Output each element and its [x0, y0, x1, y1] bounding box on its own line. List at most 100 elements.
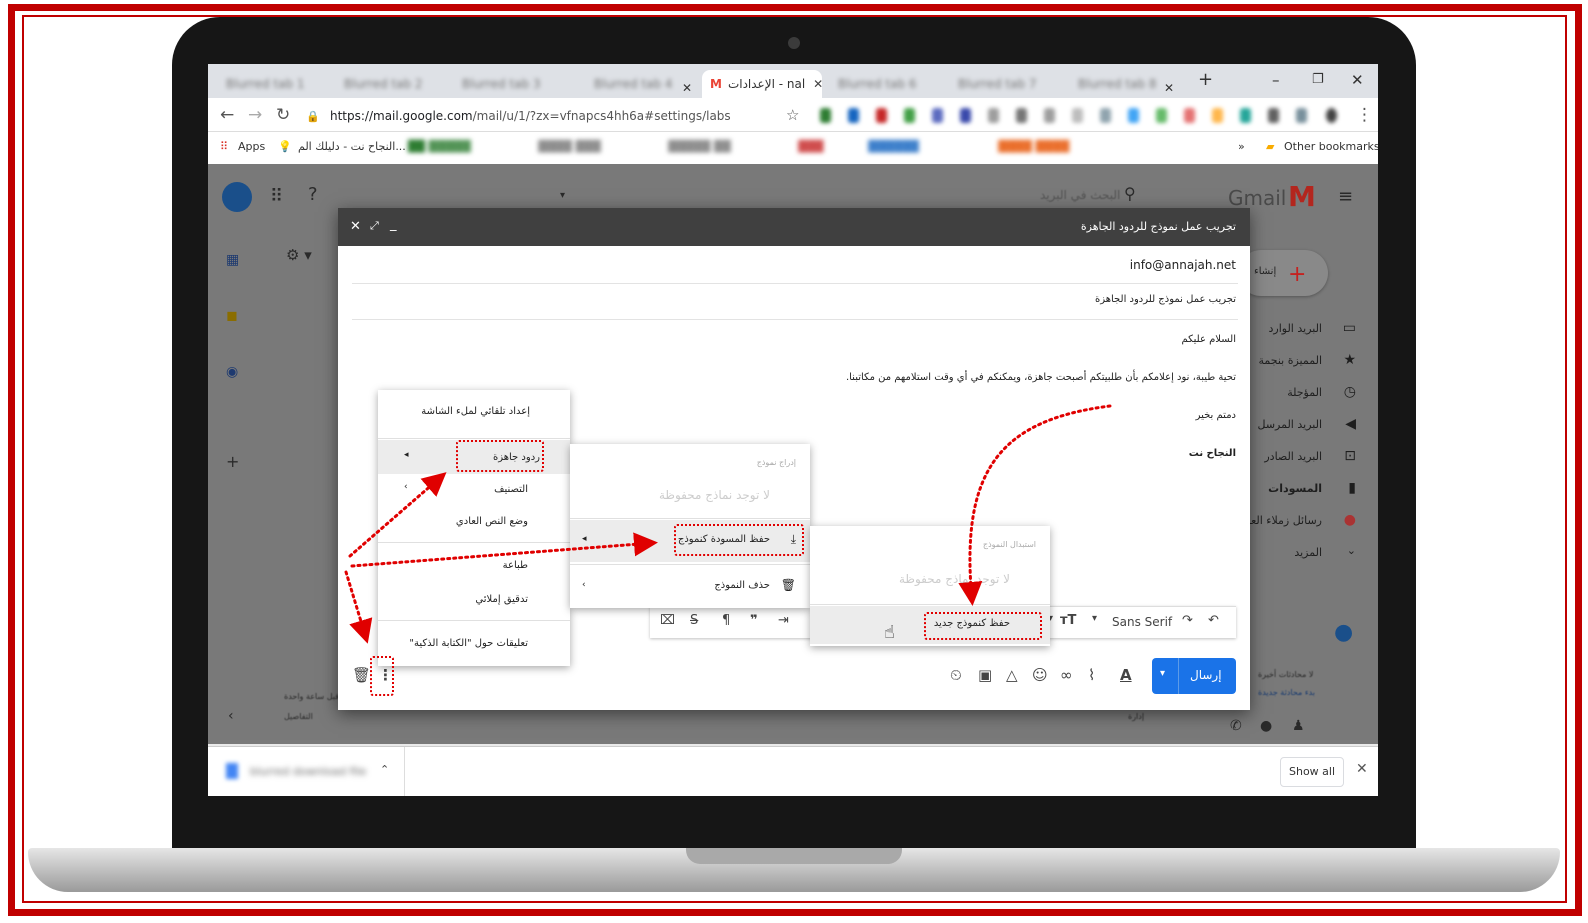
- window-close-icon[interactable]: ✕: [1351, 68, 1364, 92]
- font-select[interactable]: Sans Serif: [1112, 615, 1172, 629]
- extension-icon[interactable]: [904, 108, 915, 123]
- extension-icon[interactable]: [1016, 108, 1027, 123]
- extension-icon[interactable]: [876, 108, 887, 123]
- indent-icon[interactable]: ⇥: [778, 613, 789, 628]
- bookmark[interactable]: ▓▓▓▓ ▓▓▓▓: [998, 140, 1118, 153]
- quote-icon[interactable]: ❞: [750, 613, 758, 628]
- nav-drafts[interactable]: المسودات: [1268, 482, 1322, 495]
- tab[interactable]: Blurred tab 3: [454, 70, 564, 98]
- attach-icon[interactable]: ⌇: [1088, 666, 1095, 684]
- bookmark[interactable]: ▓▓▓: [798, 140, 858, 153]
- nav-sent[interactable]: البريد المرسل: [1257, 418, 1322, 431]
- tab[interactable]: Blurred tab 1: [218, 70, 328, 98]
- insert-link-icon[interactable]: ∞: [1060, 666, 1073, 684]
- bookmark-other[interactable]: Other bookmarks: [1284, 140, 1378, 153]
- forward-icon[interactable]: →: [248, 105, 262, 125]
- minimize-icon[interactable]: _: [390, 217, 397, 232]
- body-line[interactable]: النجاح نت: [1189, 448, 1236, 459]
- hangouts-avatar-icon[interactable]: ●: [1334, 620, 1353, 645]
- account-avatar[interactable]: [222, 182, 252, 212]
- extension-icon[interactable]: [820, 108, 831, 123]
- delete-draft-icon[interactable]: 🗑: [352, 666, 371, 684]
- menu-item-plain-text[interactable]: وضع النص العادي: [456, 516, 528, 527]
- keep-icon[interactable]: ◼: [226, 308, 238, 324]
- person-icon[interactable]: ♟: [1292, 718, 1305, 734]
- drive-icon[interactable]: △: [1006, 666, 1018, 684]
- reload-icon[interactable]: ↻: [276, 105, 290, 125]
- collapse-panel-icon[interactable]: ‹: [228, 708, 234, 724]
- formatting-options-icon[interactable]: A: [1120, 666, 1132, 684]
- insert-photo-icon[interactable]: ▣: [978, 666, 992, 684]
- font-size-icon[interactable]: ᴛT: [1060, 613, 1076, 628]
- rtl-text-icon[interactable]: ¶: [722, 613, 730, 628]
- manage-link[interactable]: إدارة: [1128, 712, 1144, 721]
- font-dropdown-icon[interactable]: ▾: [1092, 613, 1097, 624]
- search-options-icon[interactable]: ▾: [560, 190, 565, 201]
- extension-icon[interactable]: [1100, 108, 1111, 123]
- menu-item-label[interactable]: التصنيف: [494, 484, 528, 495]
- kebab-menu-icon[interactable]: ⋮: [1356, 105, 1373, 125]
- bookmark-apps[interactable]: Apps: [238, 140, 265, 153]
- extension-icon[interactable]: [1072, 108, 1083, 123]
- fullscreen-icon[interactable]: ⤢: [370, 219, 379, 233]
- close-icon[interactable]: ✕: [350, 219, 361, 234]
- menu-item-print[interactable]: طباعة: [503, 560, 528, 571]
- download-file-name[interactable]: blurred download file: [250, 765, 366, 778]
- menu-item-fullscreen[interactable]: إعداد تلقائي لملء الشاشة: [421, 406, 530, 417]
- send-button[interactable]: ▾ إرسال: [1152, 658, 1236, 694]
- tab[interactable]: Blurred tab 2: [336, 70, 446, 98]
- calendar-icon[interactable]: ▦: [226, 252, 239, 268]
- extension-icon[interactable]: [1240, 108, 1251, 123]
- details-link[interactable]: التفاصيل: [284, 712, 313, 721]
- nav-inbox[interactable]: البريد الوارد: [1269, 322, 1323, 335]
- profile-avatar-icon[interactable]: [1326, 108, 1337, 123]
- bookmark[interactable]: ██ ▓▓▓▓▓: [408, 140, 518, 153]
- main-menu-icon[interactable]: ≡: [1338, 186, 1353, 207]
- extension-icon[interactable]: [1212, 108, 1223, 123]
- menu-item-delete-template[interactable]: حذف النموذج: [714, 580, 770, 591]
- search-input[interactable]: البحث في البريد: [1040, 188, 1120, 202]
- extension-icon[interactable]: [988, 108, 999, 123]
- to-field[interactable]: info@annajah.net: [1130, 258, 1236, 272]
- body-line[interactable]: تحية طيبة، نود إعلامكم بأن طلبيتكم أصبحت…: [846, 372, 1236, 383]
- extension-icon[interactable]: [932, 108, 943, 123]
- start-new-chat-link[interactable]: بدء محادثة جديدة: [1258, 688, 1315, 697]
- extension-icon[interactable]: [1296, 108, 1307, 123]
- menu-item-spell-check[interactable]: تدقيق إملائي: [475, 594, 528, 605]
- settings-gear-icon[interactable]: ⚙ ▾: [286, 246, 312, 264]
- bookmark[interactable]: ▓▓▓▓▓ ▓▓: [668, 140, 778, 153]
- url-field[interactable]: https://mail.google.com/mail/u/1/?zx=vfn…: [330, 105, 820, 127]
- nav-outbox[interactable]: البريد الصادر: [1264, 450, 1322, 463]
- extension-icon[interactable]: [1156, 108, 1167, 123]
- add-addon-icon[interactable]: +: [226, 452, 239, 471]
- bookmark-annajah[interactable]: النجاح نت - دليلك الم...: [298, 140, 406, 153]
- nav-more[interactable]: المزيد: [1294, 546, 1322, 559]
- show-all-button[interactable]: Show all: [1280, 757, 1344, 787]
- redo-icon[interactable]: ↷: [1182, 613, 1193, 628]
- help-icon[interactable]: ?: [308, 184, 318, 205]
- close-icon[interactable]: ✕: [813, 77, 823, 91]
- tab[interactable]: Blurred tab 4: [586, 70, 696, 98]
- schedule-send-icon[interactable]: ▾: [1160, 668, 1165, 679]
- nav-snoozed[interactable]: المؤجلة: [1287, 386, 1322, 399]
- google-apps-icon[interactable]: ⠿: [270, 186, 283, 207]
- close-downloads-icon[interactable]: ✕: [1356, 761, 1368, 777]
- minimize-icon[interactable]: –: [1272, 68, 1280, 92]
- search-icon[interactable]: ⚲: [1124, 184, 1136, 203]
- back-icon[interactable]: ←: [220, 105, 234, 125]
- extension-icon[interactable]: [1128, 108, 1139, 123]
- restore-icon[interactable]: ❐: [1312, 68, 1324, 92]
- apps-grid-icon[interactable]: ⠿: [220, 140, 228, 153]
- chevron-up-icon[interactable]: ⌃: [380, 763, 389, 776]
- strikethrough-icon[interactable]: S̶: [690, 613, 698, 628]
- extension-icon[interactable]: [848, 108, 859, 123]
- chat-bubble-icon[interactable]: ●: [1260, 718, 1272, 734]
- tab[interactable]: Blurred tab 7: [950, 70, 1060, 98]
- extension-icon[interactable]: [960, 108, 971, 123]
- confidential-mode-icon[interactable]: ⏲: [950, 666, 962, 684]
- bookmark[interactable]: ▓▓▓▓ ▓▓▓: [538, 140, 648, 153]
- more-bookmarks-icon[interactable]: »: [1238, 140, 1245, 153]
- remove-formatting-icon[interactable]: ⌧: [660, 613, 675, 628]
- extension-icon[interactable]: [1184, 108, 1195, 123]
- tab[interactable]: Blurred tab 8: [1070, 70, 1160, 98]
